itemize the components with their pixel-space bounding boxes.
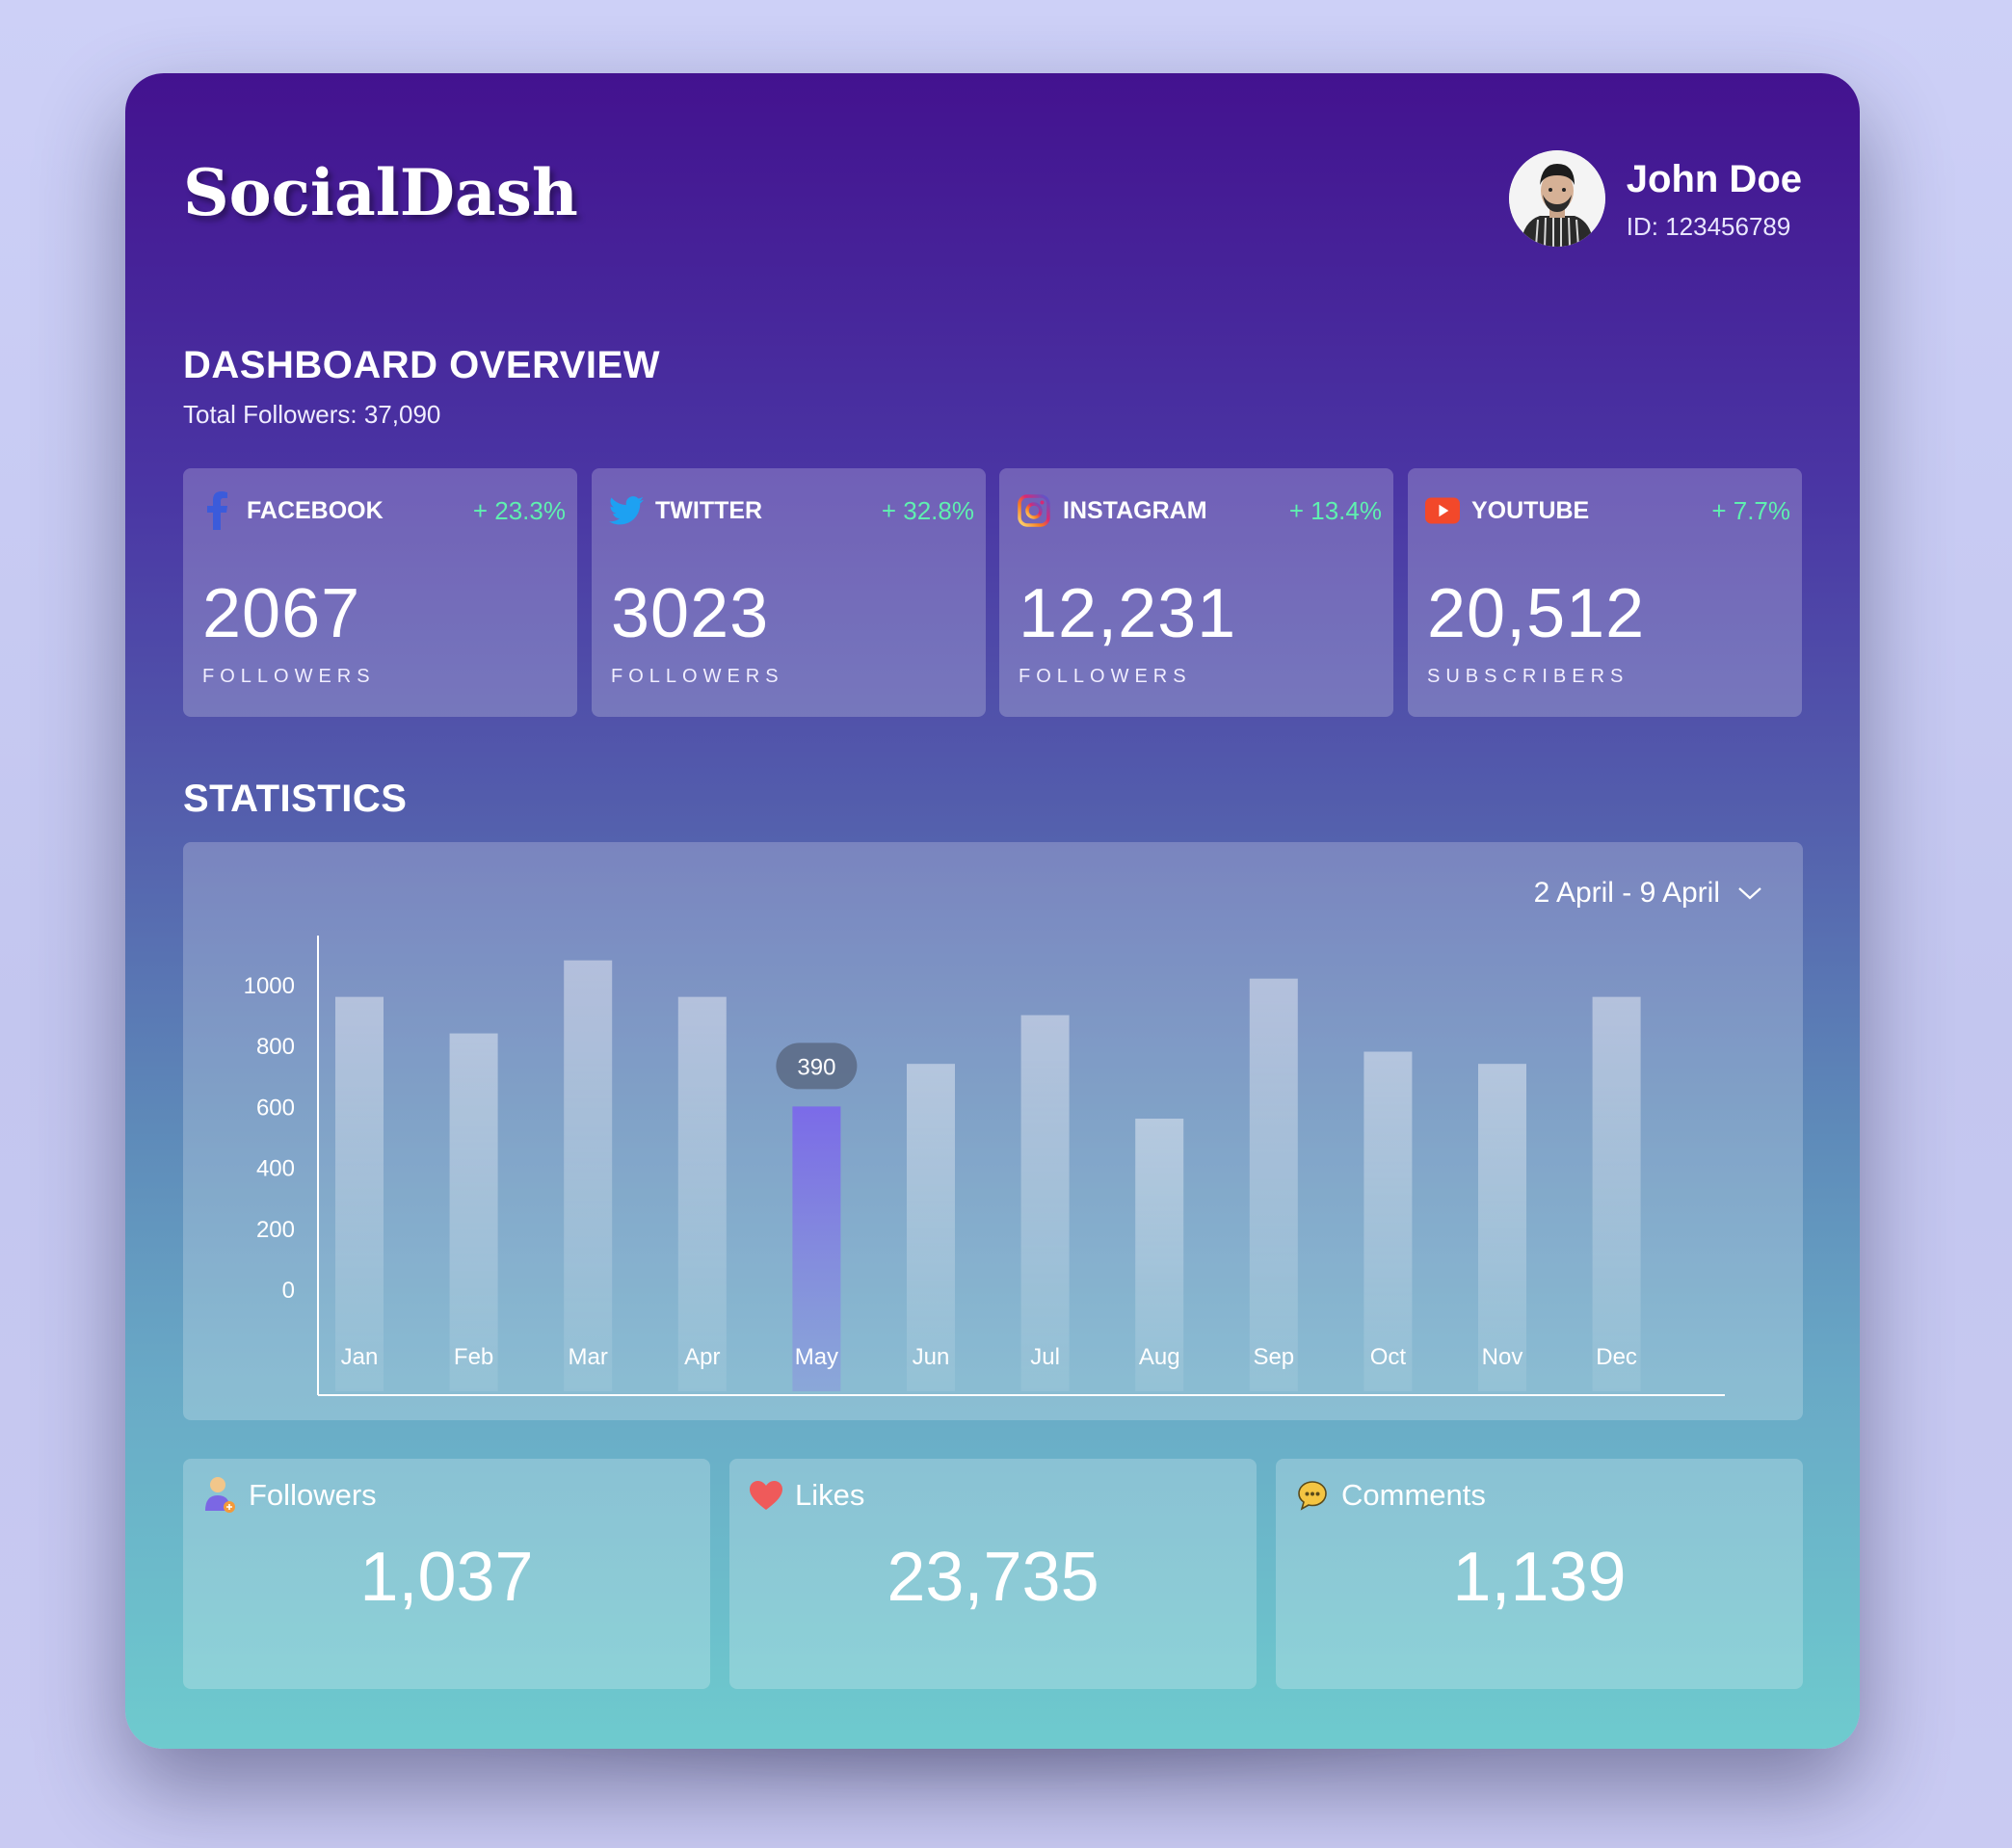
avatar[interactable]: [1508, 150, 1605, 247]
x-tick-label: Sep: [1253, 1344, 1294, 1370]
summary-value: 1,037: [359, 1539, 534, 1616]
heart-icon: [749, 1478, 783, 1513]
platform-card-youtube[interactable]: YOUTUBE + 7.7% 20,512 SUBSCRIBERS: [1408, 468, 1802, 717]
x-tick-label: Oct: [1370, 1344, 1407, 1370]
user-profile[interactable]: John Doe ID: 123456789: [1508, 150, 1802, 247]
platform-card-facebook[interactable]: FACEBOOK + 23.3% 2067 FOLLOWERS: [183, 468, 577, 717]
count-unit: SUBSCRIBERS: [1427, 666, 1629, 687]
statistics-title: STATISTICS: [183, 778, 408, 820]
x-tick-label: Jun: [913, 1344, 950, 1370]
growth-percent: + 23.3%: [472, 495, 566, 525]
user-name: John Doe: [1626, 157, 1802, 200]
follower-count: 3023: [611, 575, 770, 652]
x-tick-label: Dec: [1596, 1344, 1637, 1370]
bar[interactable]: [335, 996, 384, 1391]
twitter-icon: [609, 493, 644, 528]
platform-card-instagram[interactable]: INSTAGRAM + 13.4% 12,231 FOLLOWERS: [999, 468, 1393, 717]
subscriber-count: 20,512: [1427, 575, 1646, 652]
growth-percent: + 32.8%: [881, 495, 974, 525]
y-tick-label: 600: [256, 1095, 295, 1121]
bar-chart: 0 200 400 600 800 1000 Jan Feb Mar Apr May Jun Jul A…: [244, 936, 1725, 1396]
y-tick-label: 0: [282, 1278, 295, 1304]
summary-value: 23,735: [887, 1539, 1099, 1616]
platform-name: YOUTUBE: [1471, 496, 1590, 524]
x-tick-label: Apr: [684, 1344, 720, 1370]
follower-count: 12,231: [1019, 575, 1237, 652]
app-logo[interactable]: SocialDash: [183, 155, 578, 230]
total-followers: Total Followers: 37,090: [183, 400, 441, 429]
bar[interactable]: [1363, 1051, 1413, 1391]
bar[interactable]: [1020, 1015, 1070, 1391]
bar[interactable]: [677, 996, 727, 1391]
y-tick-label: 1000: [244, 973, 295, 999]
instagram-icon: [1017, 493, 1051, 528]
summary-label: Likes: [795, 1478, 865, 1512]
dashboard-card: SocialDash John Doe ID: 123456789 DASHBO…: [125, 73, 1860, 1749]
bar[interactable]: [449, 1033, 498, 1391]
platform-card-twitter[interactable]: TWITTER + 32.8% 3023 FOLLOWERS: [592, 468, 986, 717]
youtube-icon: [1425, 493, 1460, 528]
x-tick-label: Jul: [1030, 1344, 1060, 1370]
platform-name: TWITTER: [655, 496, 763, 524]
bar[interactable]: [1592, 996, 1641, 1391]
bar[interactable]: [564, 960, 613, 1391]
summary-card-likes[interactable]: Likes 23,735: [729, 1459, 1257, 1689]
bar[interactable]: [907, 1064, 955, 1391]
comment-icon: [1295, 1478, 1330, 1513]
y-tick-label: 800: [256, 1034, 295, 1060]
x-tick-label: May: [795, 1344, 838, 1370]
summary-card-comments[interactable]: Comments 1,139: [1276, 1459, 1803, 1689]
count-unit: FOLLOWERS: [202, 666, 376, 687]
bar[interactable]: [1249, 978, 1298, 1391]
facebook-icon: [200, 491, 235, 530]
x-tick-label: Aug: [1139, 1344, 1180, 1370]
y-tick-label: 200: [256, 1217, 295, 1243]
count-unit: FOLLOWERS: [1019, 666, 1192, 687]
user-icon: [202, 1477, 237, 1513]
summary-value: 1,139: [1452, 1539, 1627, 1616]
growth-percent: + 13.4%: [1288, 495, 1382, 525]
platform-name: FACEBOOK: [247, 496, 384, 524]
x-tick-label: Feb: [454, 1344, 493, 1370]
follower-count: 2067: [202, 575, 361, 652]
count-unit: FOLLOWERS: [611, 666, 784, 687]
summary-card-followers[interactable]: Followers 1,037: [183, 1459, 710, 1689]
tooltip-value: 390: [797, 1054, 835, 1080]
summary-label: Followers: [249, 1478, 377, 1512]
y-tick-label: 400: [256, 1156, 295, 1182]
statistics-panel: 2 April - 9 April 0 200 400 600 800 1000 Jan F…: [183, 842, 1803, 1420]
bar[interactable]: [1478, 1064, 1526, 1391]
platform-name: INSTAGRAM: [1063, 496, 1207, 524]
user-id: ID: 123456789: [1626, 211, 1791, 241]
overview-title: DASHBOARD OVERVIEW: [183, 344, 660, 386]
x-tick-label: Mar: [569, 1344, 608, 1370]
x-tick-label: Nov: [1482, 1344, 1523, 1370]
x-tick-label: Jan: [341, 1344, 379, 1370]
summary-label: Comments: [1341, 1478, 1486, 1512]
growth-percent: + 7.7%: [1711, 495, 1790, 525]
